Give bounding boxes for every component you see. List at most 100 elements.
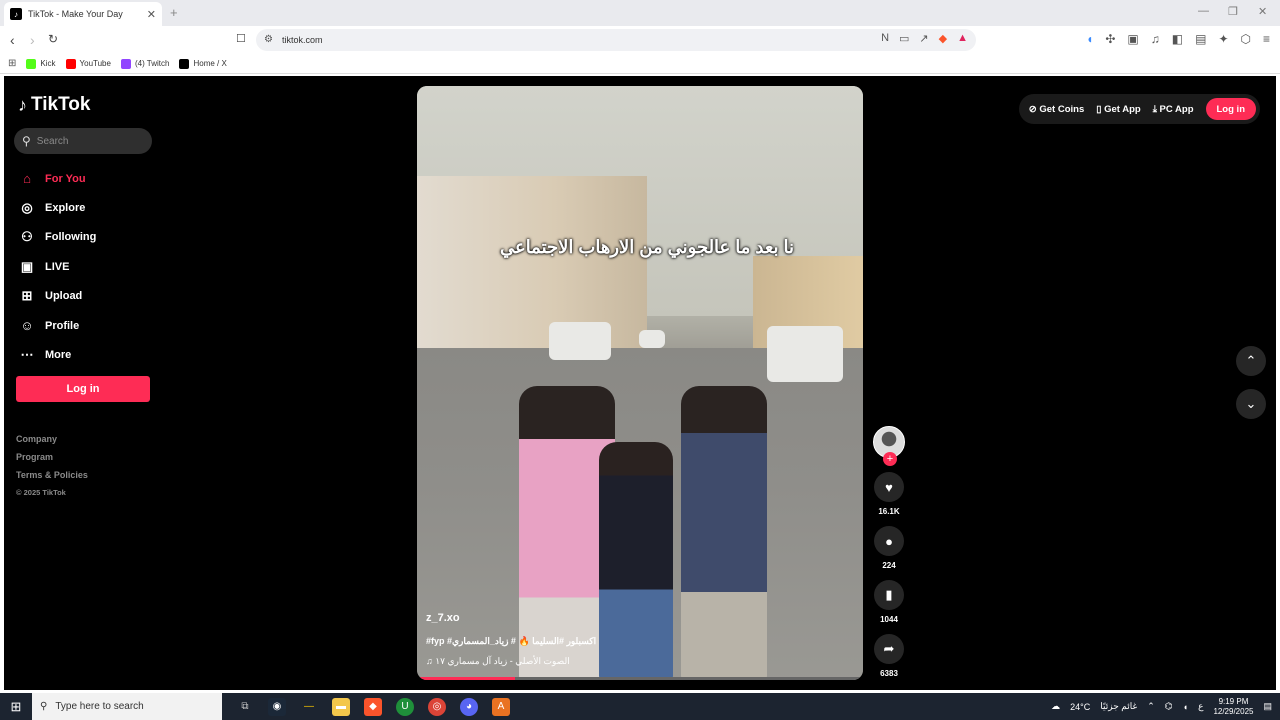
sidebar-login-button[interactable]: Log in: [16, 376, 150, 402]
network-icon[interactable]: ⌬: [1165, 701, 1173, 712]
bookmark-twitch[interactable]: (4) Twitch: [120, 58, 169, 69]
pc-app-button[interactable]: ⤓ PC App: [1153, 104, 1194, 115]
forward-icon[interactable]: ›: [30, 32, 35, 48]
video-car: [549, 322, 611, 360]
language-indicator[interactable]: ع: [1198, 701, 1203, 712]
follow-plus-icon[interactable]: +: [883, 452, 897, 466]
bookmark-kick[interactable]: Kick: [26, 58, 56, 69]
video-progress-bar[interactable]: [417, 677, 863, 680]
get-app-button[interactable]: ▯ Get App: [1096, 104, 1140, 115]
leo-icon[interactable]: ✦: [1218, 32, 1228, 46]
share-icon[interactable]: ↗: [919, 32, 928, 45]
windows-start-icon[interactable]: ⊞: [0, 699, 32, 715]
chevron-up-icon[interactable]: ⌃: [1147, 701, 1155, 712]
cast-icon[interactable]: ▭: [899, 32, 909, 45]
extensions-icon[interactable]: ✣: [1105, 32, 1115, 46]
translate-icon[interactable]: N: [881, 32, 889, 45]
search-input[interactable]: ⚲ Search: [14, 128, 152, 154]
following-icon: ⚇: [21, 229, 33, 245]
menu-icon[interactable]: ≡: [1263, 32, 1270, 46]
speaker-icon[interactable]: ◖: [1086, 32, 1093, 46]
footer-link-program[interactable]: Program: [16, 448, 88, 466]
sidebar-item-following[interactable]: ⚇ Following: [18, 223, 96, 252]
youtube-icon: [65, 58, 76, 69]
next-video-button[interactable]: ⌄: [1236, 389, 1266, 419]
avatar[interactable]: +: [873, 426, 905, 466]
video-player[interactable]: نا بعد ما عالجوني من الارهاب الاجتماعي z…: [417, 86, 863, 680]
get-coins-button[interactable]: ⊘ Get Coins: [1029, 104, 1084, 115]
reload-icon[interactable]: ↻: [48, 32, 58, 46]
header-actions: ⊘ Get Coins ▯ Get App ⤓ PC App Log in: [1018, 94, 1260, 124]
video-username[interactable]: z_7.xo: [426, 612, 460, 624]
tiktok-favicon-icon: ♪: [10, 8, 22, 20]
discord-icon[interactable]: ◕: [460, 697, 478, 716]
brave-rewards-icon[interactable]: ▲: [957, 32, 968, 45]
comment-button[interactable]: ● 224: [873, 526, 905, 570]
weather-text: غائم جزئيًا: [1100, 701, 1138, 711]
sidebar-toggle-icon[interactable]: ◧: [1172, 32, 1183, 46]
screenshot-icon[interactable]: ▣: [1127, 32, 1138, 46]
bookmark-x[interactable]: Home / X: [179, 58, 227, 69]
url-bar[interactable]: ⚙ tiktok.com N ▭ ↗ ◆ ▲: [256, 29, 976, 51]
upwork-icon[interactable]: U: [396, 697, 414, 716]
search-icon: ⚲: [40, 701, 48, 712]
sidebar-item-upload[interactable]: ⊞ Upload: [18, 282, 96, 311]
vpn-icon[interactable]: ⬡: [1241, 32, 1251, 46]
apps-grid-icon[interactable]: ⊞: [8, 58, 16, 69]
save-button[interactable]: ▮ 1044: [873, 580, 905, 624]
minimize-icon[interactable]: —: [1198, 5, 1209, 17]
wallet-icon[interactable]: ▤: [1195, 32, 1206, 46]
taskbar-search-input[interactable]: ⚲ Type here to search: [32, 693, 222, 720]
file-explorer-icon[interactable]: ▬: [332, 697, 350, 716]
task-view-icon[interactable]: ⧉: [236, 698, 254, 716]
tiktok-note-icon: ♪: [18, 94, 27, 115]
heart-icon: ♥: [874, 472, 904, 502]
chrome-icon[interactable]: ◎: [428, 697, 446, 716]
site-info-icon[interactable]: ⚙: [264, 34, 273, 45]
weather-icon[interactable]: ☁: [1051, 701, 1060, 712]
music-note-icon: ♫: [426, 656, 436, 666]
close-tab-icon[interactable]: ✕: [147, 8, 156, 21]
video-sound[interactable]: ♫ الصوت الأصلي - زياد آل مسماري ١٧: [426, 656, 570, 667]
volume-icon[interactable]: ◖: [1183, 702, 1188, 712]
live-icon: ▣: [20, 258, 34, 274]
sidebar-item-more[interactable]: ⋯ More: [18, 340, 96, 369]
footer-link-terms[interactable]: Terms & Policies: [16, 466, 88, 484]
save-count: 1044: [880, 615, 898, 624]
clock[interactable]: 9:19 PM 12/29/2025: [1213, 697, 1253, 717]
x-icon: [179, 58, 190, 69]
media-icon[interactable]: ♫: [1151, 32, 1160, 46]
system-tray: ☁ 24°C غائم جزئيًا ⌃ ⌬ ◖ ع 9:19 PM 12/29…: [1051, 693, 1272, 720]
video-car: [639, 330, 665, 348]
prev-video-button[interactable]: ⌃: [1236, 346, 1266, 376]
header-login-button[interactable]: Log in: [1205, 98, 1256, 120]
bookmark-icon[interactable]: ☐: [236, 32, 246, 45]
browser-tab[interactable]: ♪ TikTok - Make Your Day ✕: [4, 2, 162, 26]
new-tab-icon[interactable]: +: [170, 5, 178, 20]
orange-app-icon[interactable]: A: [492, 697, 510, 716]
phone-icon: ▯: [1096, 103, 1105, 115]
like-count: 16.1K: [878, 507, 900, 516]
restore-icon[interactable]: ❐: [1228, 5, 1238, 18]
sidebar-footer: Company Program Terms & Policies © 2025 …: [16, 430, 88, 502]
comment-icon: ●: [874, 526, 904, 556]
like-button[interactable]: ♥ 16.1K: [873, 472, 905, 516]
brave-shields-icon[interactable]: ◆: [939, 32, 947, 45]
notifications-icon[interactable]: ▤: [1263, 701, 1272, 712]
bookmark-youtube[interactable]: YouTube: [65, 58, 111, 69]
back-icon[interactable]: ‹: [10, 32, 15, 48]
tab-title: TikTok - Make Your Day: [28, 9, 123, 19]
footer-link-company[interactable]: Company: [16, 430, 88, 448]
video-hashtags[interactable]: #fyp #اكسبلور #السليما 🔥 # زياد_المسماري: [426, 636, 596, 647]
share-button[interactable]: ➦ 6383: [873, 634, 905, 678]
sidebar-item-live[interactable]: ▣ LIVE: [18, 252, 96, 281]
sidebar-item-profile[interactable]: ☺ Profile: [18, 311, 96, 340]
close-window-icon[interactable]: ✕: [1258, 5, 1267, 18]
brave-icon[interactable]: ◆: [364, 697, 382, 716]
sidebar-item-for-you[interactable]: ⌂ For You: [18, 164, 96, 193]
kick-icon: [26, 58, 37, 69]
sidebar-item-explore[interactable]: ◎ Explore: [18, 193, 96, 222]
tiktok-logo[interactable]: ♪ TikTok: [18, 94, 90, 116]
steam-icon[interactable]: ◉: [268, 697, 286, 716]
app-icon[interactable]: ―: [300, 698, 318, 716]
